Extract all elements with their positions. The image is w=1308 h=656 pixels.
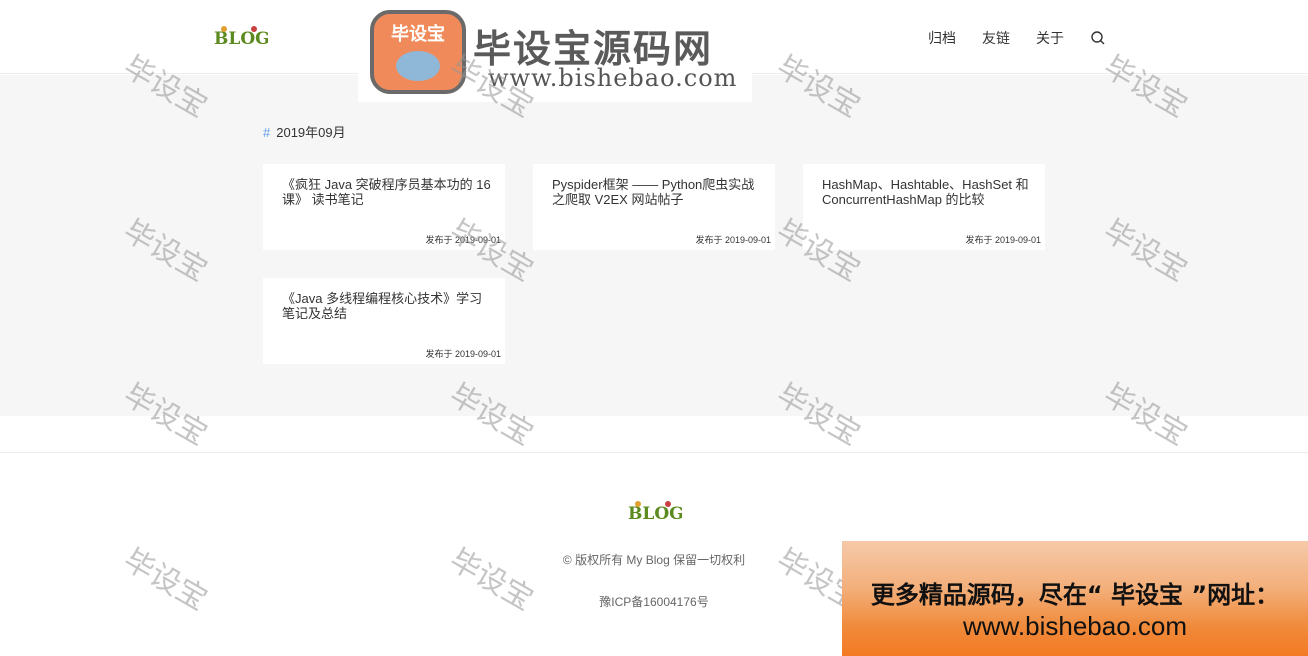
archive-section: #2019年09月 《疯狂 Java 突破程序员基本功的 16 课》 读书笔记 … [0,75,1308,416]
footer-logo-text: BLOG [628,504,682,524]
post-title[interactable]: HashMap、Hashtable、HashSet 和 ConcurrentHa… [822,177,1032,207]
footer-logo: BLOG [628,501,682,524]
nav-archive[interactable]: 归档 [928,28,956,48]
watermark-banner: 毕设宝 毕设宝源码网 www.bishebao.com [358,0,752,102]
blog-logo[interactable]: BLOG [212,24,268,50]
post-card[interactable]: 《Java 多线程编程核心技术》学习笔记及总结 发布于 2019-09-01 [263,278,505,364]
post-card[interactable]: HashMap、Hashtable、HashSet 和 ConcurrentHa… [803,164,1045,250]
banner-url: www.bishebao.com [488,64,738,92]
post-date: 发布于 2019-09-01 [425,349,501,359]
post-date: 发布于 2019-09-01 [965,235,1041,245]
post-date: 发布于 2019-09-01 [425,235,501,245]
promo-banner[interactable]: 更多精品源码，尽在“ 毕设宝 ”网址： www.bishebao.com [842,541,1308,656]
post-card[interactable]: Pyspider框架 —— Python爬虫实战之爬取 V2EX 网站帖子 发布… [533,164,775,250]
badge-text: 毕设宝 [391,23,445,45]
badge-logo: 毕设宝 [370,10,466,94]
nav-links[interactable]: 友链 [982,28,1010,48]
main-nav: 归档 友链 关于 [928,28,1106,48]
post-title[interactable]: 《疯狂 Java 突破程序员基本功的 16 课》 读书笔记 [282,177,492,207]
post-title[interactable]: 《Java 多线程编程核心技术》学习笔记及总结 [282,291,492,321]
post-date: 发布于 2019-09-01 [695,235,771,245]
archive-month-heading: #2019年09月 [263,122,346,141]
nav-about[interactable]: 关于 [1036,28,1064,48]
promo-url[interactable]: www.bishebao.com [842,611,1308,642]
month-label: 2019年09月 [276,125,346,140]
search-icon[interactable] [1090,30,1106,46]
post-title[interactable]: Pyspider框架 —— Python爬虫实战之爬取 V2EX 网站帖子 [552,177,762,207]
hash-icon: # [263,125,271,140]
post-card[interactable]: 《疯狂 Java 突破程序员基本功的 16 课》 读书笔记 发布于 2019-0… [263,164,505,250]
promo-text: 更多精品源码，尽在“ 毕设宝 ”网址： [870,581,1280,609]
logo-text: BLOG [214,29,268,49]
